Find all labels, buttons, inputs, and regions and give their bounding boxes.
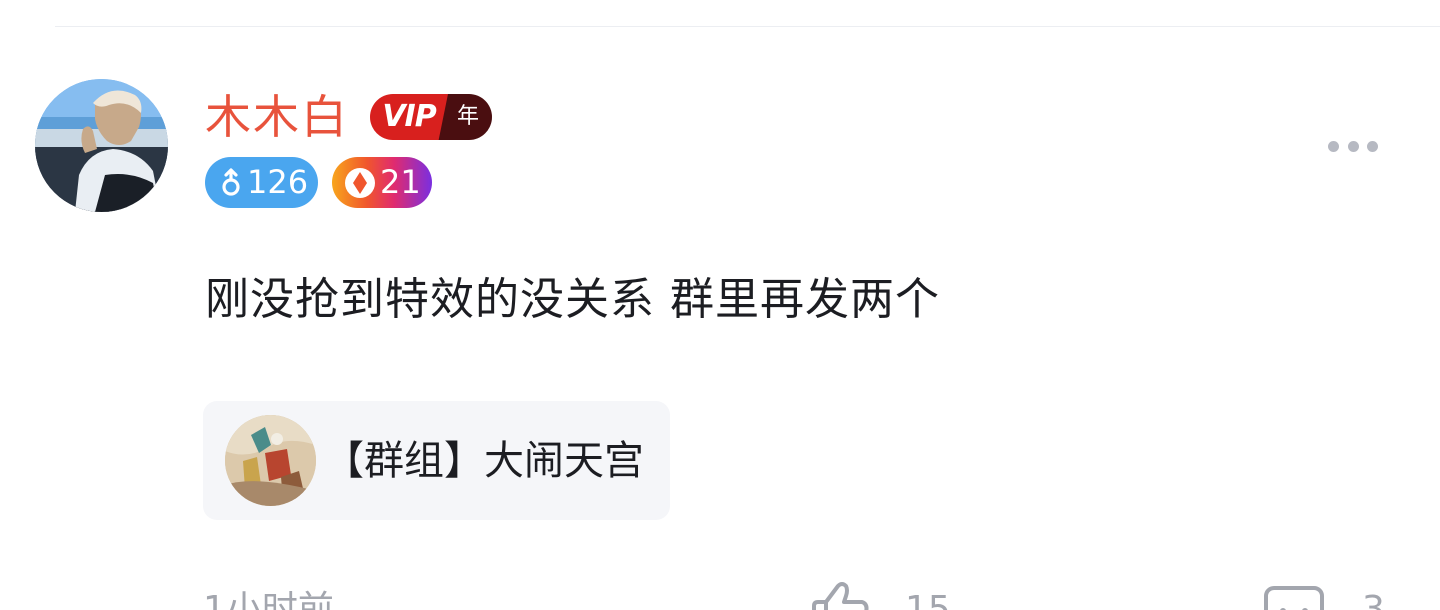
diamond-icon: [345, 167, 375, 198]
post-page: 木木白 VIP 年 126 21 刚没抢到特效的没关系 群里再发两个 【群组】大…: [0, 0, 1440, 610]
author-name[interactable]: 木木白: [205, 88, 349, 146]
post-content: 刚没抢到特效的没关系 群里再发两个: [205, 274, 940, 325]
comment-icon: [1264, 586, 1324, 610]
group-title: 【群组】大闹天宫: [324, 437, 644, 484]
top-divider: [55, 26, 1440, 27]
more-dot-icon: [1367, 140, 1378, 152]
comment-count: 3: [1362, 589, 1385, 610]
group-avatar: [225, 415, 316, 506]
male-gender-icon: [222, 167, 240, 196]
post-time: 1小时前: [203, 589, 334, 610]
level-number: 126: [247, 163, 309, 201]
like-count: 15: [905, 589, 951, 610]
group-avatar-image: [225, 415, 316, 506]
more-dot-icon: [1347, 140, 1359, 152]
more-dot-icon: [1328, 140, 1339, 152]
group-card[interactable]: 【群组】大闹天宫: [203, 401, 670, 520]
level-badge[interactable]: 126: [205, 157, 318, 208]
author-avatar[interactable]: [35, 79, 168, 212]
points-badge[interactable]: 21: [332, 157, 432, 208]
comment-button[interactable]: [1263, 585, 1325, 610]
like-button[interactable]: [810, 582, 870, 610]
thumbs-up-icon: [812, 582, 869, 610]
vip-label: VIP: [370, 94, 448, 140]
avatar-photo: [35, 79, 168, 212]
points-number: 21: [380, 163, 421, 201]
vip-badge[interactable]: VIP 年: [370, 94, 492, 140]
more-options-button[interactable]: [1320, 130, 1386, 162]
